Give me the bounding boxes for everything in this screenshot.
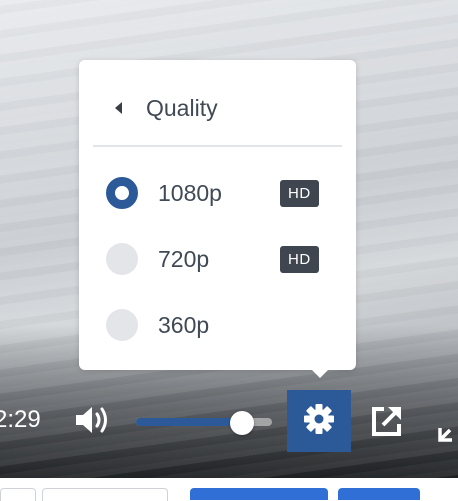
radio-unselected[interactable]: [106, 309, 138, 341]
quality-option-720p[interactable]: 720p HD: [93, 234, 333, 284]
quality-option-label: 360p: [158, 311, 210, 338]
menu-divider: [93, 145, 342, 147]
radio-unselected[interactable]: [106, 243, 138, 275]
volume-thumb[interactable]: [230, 411, 255, 435]
player-controls: 2:29: [0, 388, 458, 454]
volume-slider[interactable]: [136, 411, 272, 435]
fullscreen-button[interactable]: [436, 418, 458, 444]
quality-menu: Quality 1080p HD 720p HD 360p: [79, 60, 356, 378]
toolbar-button[interactable]: [42, 488, 168, 501]
fullscreen-exit-icon: [436, 428, 458, 444]
quality-option-label: 720p: [158, 245, 210, 272]
current-time: 2:29: [0, 406, 41, 433]
quality-option-1080p[interactable]: 1080p HD: [93, 168, 333, 218]
toolbar-button[interactable]: [0, 488, 36, 501]
gear-icon: [302, 402, 336, 441]
external-link-icon: [370, 407, 404, 442]
volume-level-fill: [136, 418, 243, 426]
quality-menu-title: Quality: [146, 94, 218, 121]
popout-button[interactable]: [370, 404, 404, 438]
toolbar-button[interactable]: [190, 488, 328, 500]
bottom-toolbar: [0, 478, 458, 501]
quality-option-label: 1080p: [158, 179, 222, 206]
toolbar-button[interactable]: [338, 488, 420, 500]
volume-icon[interactable]: [74, 404, 114, 436]
quality-option-360p[interactable]: 360p: [93, 300, 333, 350]
hd-badge: HD: [280, 179, 319, 207]
settings-button[interactable]: [287, 390, 351, 452]
chevron-left-icon: [115, 102, 122, 114]
hd-badge: HD: [280, 245, 319, 273]
quality-menu-back-button[interactable]: Quality: [93, 80, 343, 136]
radio-selected[interactable]: [106, 177, 138, 209]
